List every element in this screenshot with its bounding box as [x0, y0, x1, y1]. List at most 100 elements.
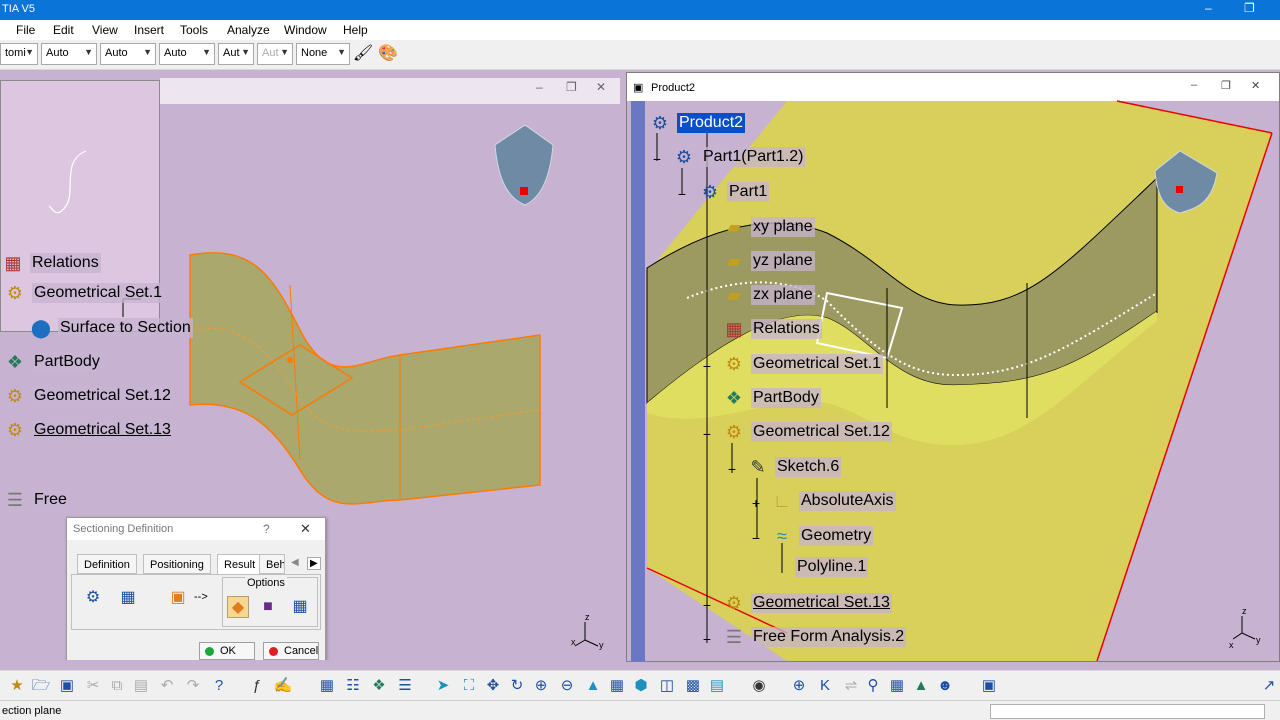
linetype-combo[interactable]: Aut ▼	[218, 43, 254, 65]
tab-result[interactable]: Result	[217, 554, 263, 574]
cancel-button[interactable]: Cancel	[263, 642, 319, 660]
link-icon[interactable]: ⇌	[840, 675, 862, 697]
tab-scroll-right-icon[interactable]: ▶	[307, 557, 321, 570]
section-window-icon[interactable]: ▣	[167, 587, 189, 609]
tree-node-free-form-analysis-2[interactable]: ☰ Free Form Analysis.2	[721, 624, 907, 650]
open-icon[interactable]: 🗁	[30, 675, 52, 697]
collapse-icon[interactable]: −	[651, 152, 663, 166]
tree-node-part1[interactable]: ⚙ Part1	[697, 179, 770, 205]
zoom-in-icon[interactable]: ⊕	[530, 675, 552, 697]
tree-node-geometry[interactable]: ≈ Geometry	[769, 523, 874, 549]
swap-space-icon[interactable]: ▤	[706, 675, 728, 697]
measure-icon[interactable]: ▦	[886, 675, 908, 697]
pan-icon[interactable]: ✥	[482, 675, 504, 697]
zoom-out-icon[interactable]: ⊖	[556, 675, 578, 697]
tree-node-product2[interactable]: ⚙ Product2	[647, 110, 746, 136]
tab-positioning[interactable]: Positioning	[143, 554, 211, 574]
menu-help[interactable]: Help	[343, 23, 368, 37]
help-button[interactable]: ?	[263, 522, 270, 536]
tree-node-xy-plane[interactable]: ▰ xy plane	[721, 214, 815, 240]
tree-node-geometrical-set-1[interactable]: ⚙ Geometrical Set.1	[721, 351, 884, 377]
grid-options-icon[interactable]: ▦	[289, 596, 311, 618]
compass-toolbar-icon[interactable]: ⊕	[788, 675, 810, 697]
tree-node-part1-instance[interactable]: ⚙ Part1(Part1.2)	[671, 144, 806, 170]
expand-icon[interactable]: +	[701, 598, 713, 612]
search-icon[interactable]: ⚲	[862, 675, 884, 697]
ok-button[interactable]: OK	[199, 642, 255, 660]
catalog-icon[interactable]: ❖	[368, 675, 390, 697]
formula-icon[interactable]: ƒ	[246, 675, 268, 697]
fly-mode-icon[interactable]: ➤	[432, 675, 454, 697]
transparency-combo[interactable]: Auto ▼	[100, 43, 156, 65]
new-icon[interactable]: ★	[6, 675, 28, 697]
collapse-icon[interactable]: −	[750, 531, 762, 545]
user-icon[interactable]: ☻	[934, 675, 956, 697]
rotate-icon[interactable]: ↻	[506, 675, 528, 697]
menu-insert[interactable]: Insert	[134, 23, 164, 37]
iso-view-icon[interactable]: ⬢	[630, 675, 652, 697]
grid-icon[interactable]: ▦	[117, 587, 139, 609]
tree-node-relations[interactable]: ▦ Relations	[721, 316, 822, 342]
layer-combo[interactable]: None ▼	[296, 43, 350, 65]
menu-edit[interactable]: Edit	[53, 23, 74, 37]
tree-node-absolute-axis[interactable]: ∟ AbsoluteAxis	[769, 488, 896, 514]
tree-scrollbar[interactable]	[631, 101, 645, 661]
save-icon[interactable]: ▣	[56, 675, 78, 697]
expand-icon[interactable]: +	[701, 632, 713, 646]
camera-icon[interactable]: ◉	[748, 675, 770, 697]
tree-node-partbody[interactable]: ❖ PartBody	[721, 385, 821, 411]
expand-icon[interactable]: +	[750, 496, 762, 510]
tree-icon[interactable]: ☷	[342, 675, 364, 697]
tree-node-geometrical-set-1[interactable]: ⚙ Geometrical Set.1	[2, 280, 165, 306]
menu-view[interactable]: View	[92, 23, 118, 37]
whats-this-icon[interactable]: ?	[208, 675, 230, 697]
hide-show-icon[interactable]: ▩	[682, 675, 704, 697]
tree-node-geometrical-set-13[interactable]: ⚙ Geometrical Set.13	[2, 417, 173, 443]
sectioning-definition-dialog[interactable]: Sectioning Definition ? ✕ Definition Pos…	[66, 517, 326, 660]
tab-scroll-left-icon[interactable]: ◀	[291, 557, 299, 568]
tree-node-partbody[interactable]: ❖ PartBody	[2, 349, 102, 375]
table-icon[interactable]: ▦	[316, 675, 338, 697]
copy-icon[interactable]: ⧉	[106, 675, 128, 697]
tree-node-free-form[interactable]: ☰ Free	[2, 487, 69, 513]
format-painter-icon[interactable]: 🖌	[352, 43, 374, 65]
collapse-icon[interactable]: −	[726, 462, 738, 476]
graphic-properties-icon[interactable]: 🎨	[377, 43, 399, 65]
tree-node-geometrical-set-12[interactable]: ⚙ Geometrical Set.12	[721, 419, 892, 445]
command-input[interactable]	[990, 704, 1265, 719]
redo-icon[interactable]: ↷	[182, 675, 204, 697]
line-type-combo[interactable]: tomi ▼	[0, 43, 38, 65]
apply-material-icon[interactable]: ▲	[910, 675, 932, 697]
expand-icon[interactable]: +	[701, 359, 713, 373]
section-fill-icon[interactable]: ■	[257, 596, 279, 618]
knowledge-icon[interactable]: K	[814, 675, 836, 697]
menu-tools[interactable]: Tools	[180, 23, 208, 37]
multi-view-icon[interactable]: ▦	[606, 675, 628, 697]
menu-analyze[interactable]: Analyze	[227, 23, 270, 37]
tree-node-sketch-6[interactable]: ✎ Sketch.6	[745, 454, 842, 480]
tree-node-geometrical-set-12[interactable]: ⚙ Geometrical Set.12	[2, 383, 173, 409]
analysis-toolbar-icon[interactable]: ☰	[394, 675, 416, 697]
tree-node-relations[interactable]: ▦ Relations	[0, 250, 101, 276]
normal-view-icon[interactable]: ▲	[582, 675, 604, 697]
workbench-icon[interactable]: ▣	[978, 675, 1000, 697]
menu-file[interactable]: File	[16, 23, 35, 37]
undo-icon[interactable]: ↶	[156, 675, 178, 697]
paste-icon[interactable]: ▤	[130, 675, 152, 697]
tree-node-zx-plane[interactable]: ▰ zx plane	[721, 282, 815, 308]
collapse-icon[interactable]: −	[701, 427, 713, 441]
restore-icon[interactable]: ❐	[1244, 1, 1255, 15]
toolbar-overflow-icon[interactable]: ↗	[1258, 675, 1280, 697]
tree-node-surface-to-section[interactable]: ⬤ Surface to Section	[28, 315, 193, 341]
clipping-icon[interactable]: ◆	[227, 596, 249, 618]
cut-icon[interactable]: ✂	[82, 675, 104, 697]
linewidth-combo[interactable]: Auto ▼	[159, 43, 215, 65]
export-icon[interactable]: ⚙	[82, 587, 104, 609]
left-3d-viewport[interactable]: – ❐ ✕ x y z x y	[0, 70, 622, 660]
close-icon[interactable]: ✕	[300, 521, 311, 537]
tree-node-geometrical-set-13[interactable]: ⚙ Geometrical Set.13	[721, 590, 892, 616]
render-style-icon[interactable]: ◫	[656, 675, 678, 697]
menu-window[interactable]: Window	[284, 23, 327, 37]
minimize-icon[interactable]: –	[1205, 1, 1212, 15]
product2-window[interactable]: ▣ Product2 – ❐ ✕ x y z ⚙ Product2 − ⚙ Pa…	[626, 72, 1280, 662]
